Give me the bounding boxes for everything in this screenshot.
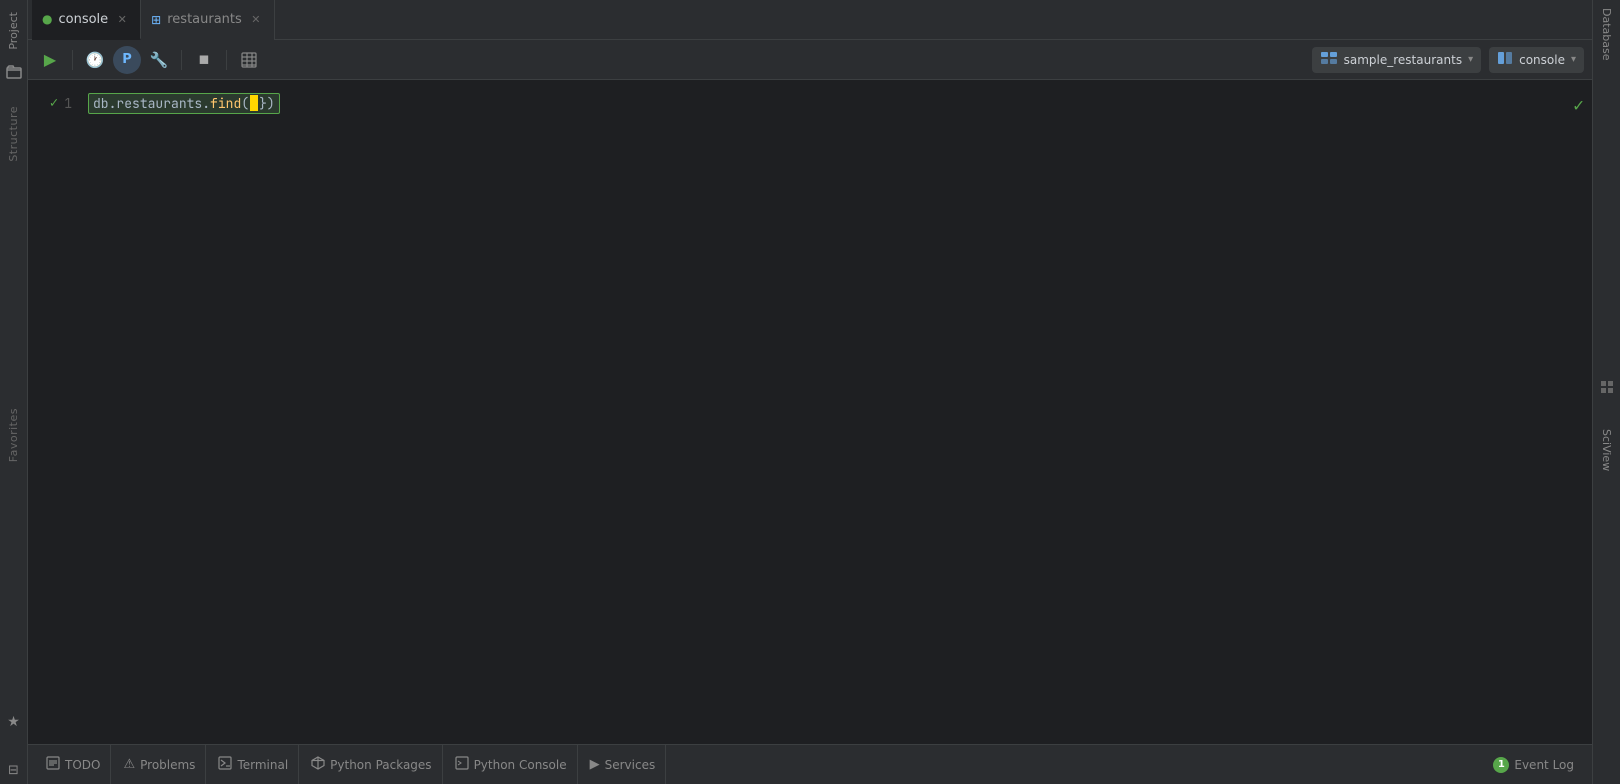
stop-button[interactable]: ◼ (190, 46, 218, 74)
status-python-console[interactable]: Python Console (445, 745, 578, 784)
right-sidebar-grid-icon[interactable] (1597, 377, 1617, 397)
table-button[interactable] (235, 46, 263, 74)
code-line-1: db.restaurants.find(}) (88, 92, 1584, 114)
console-selector-chevron: ▾ (1571, 54, 1576, 65)
code-editor[interactable]: db.restaurants.find(}) ✓ (80, 80, 1592, 744)
restaurants-tab-close[interactable]: ✕ (248, 12, 264, 28)
python-console-label: Python Console (474, 758, 567, 772)
sidebar-layers-icon[interactable]: ⊟ (4, 760, 24, 780)
status-bar: TODO ⚠ Problems Terminal (28, 744, 1592, 784)
tab-bar: ● console ✕ ⊞ restaurants ✕ (28, 0, 1592, 40)
sidebar-structure-label[interactable]: Structure (7, 106, 20, 162)
console-tab-icon: ● (42, 12, 52, 26)
token-collection: restaurants (116, 95, 202, 112)
editor-area[interactable]: ✓ 1 db.restaurants.find(}) ✓ (28, 80, 1592, 744)
db-selector-icon (1320, 51, 1338, 69)
settings-button[interactable]: 🔧 (145, 46, 173, 74)
profile-button[interactable]: P (113, 46, 141, 74)
left-sidebar: Project Structure Favorites ★ ⊟ (0, 0, 28, 784)
history-button[interactable]: 🕐 (81, 46, 109, 74)
console-selector[interactable]: console ▾ (1489, 47, 1584, 73)
status-python-packages[interactable]: Python Packages (301, 745, 442, 784)
status-event-log[interactable]: 1 Event Log (1483, 745, 1584, 784)
token-db: db (93, 95, 109, 112)
sidebar-star-icon[interactable]: ★ (4, 712, 24, 732)
todo-label: TODO (65, 758, 100, 772)
db-selector-label: sample_restaurants (1344, 53, 1462, 67)
event-log-label: Event Log (1514, 758, 1574, 772)
sidebar-database-label[interactable]: Database (1600, 0, 1613, 69)
token-paren-close: ) (267, 95, 275, 112)
services-icon: ▶ (590, 757, 600, 772)
restaurants-tab-icon: ⊞ (151, 13, 161, 27)
todo-icon (46, 756, 60, 774)
db-selector-chevron: ▾ (1468, 54, 1473, 65)
problems-label: Problems (140, 758, 195, 772)
toolbar-sep-1 (72, 50, 73, 70)
sidebar-project-label[interactable]: Project (7, 4, 20, 58)
event-log-badge-count: 1 (1493, 757, 1509, 773)
sidebar-favorites-label[interactable]: Favorites (7, 408, 20, 462)
terminal-label: Terminal (237, 758, 288, 772)
toolbar-sep-3 (226, 50, 227, 70)
right-sidebar: Database SciView (1592, 0, 1620, 784)
run-button[interactable]: ▶ (36, 46, 64, 74)
token-paren-open: ( (241, 95, 249, 112)
text-cursor (250, 95, 258, 111)
toolbar: ▶ 🕐 P 🔧 ◼ (28, 40, 1592, 80)
python-console-icon (455, 756, 469, 774)
console-tab-label: console (58, 12, 108, 27)
python-packages-label: Python Packages (330, 758, 431, 772)
problems-icon: ⚠ (123, 757, 135, 772)
token-dot-1: . (109, 95, 117, 112)
status-todo[interactable]: TODO (36, 745, 111, 784)
services-label: Services (605, 758, 656, 772)
console-selector-icon (1497, 51, 1513, 69)
status-problems[interactable]: ⚠ Problems (113, 745, 206, 784)
sidebar-sciview-label[interactable]: SciView (1600, 421, 1613, 479)
toolbar-sep-2 (181, 50, 182, 70)
console-selector-label: console (1519, 53, 1565, 67)
line-number-1: 1 (64, 95, 72, 112)
sidebar-folder-icon[interactable] (4, 62, 24, 82)
console-tab-close[interactable]: ✕ (114, 11, 130, 27)
token-method: find (210, 95, 241, 112)
status-services[interactable]: ▶ Services (580, 745, 667, 784)
main-content: ● console ✕ ⊞ restaurants ✕ ▶ 🕐 P 🔧 ◼ (28, 0, 1592, 784)
status-terminal[interactable]: Terminal (208, 745, 299, 784)
code-highlighted-block: db.restaurants.find(}) (88, 93, 280, 114)
tab-console[interactable]: ● console ✕ (32, 0, 141, 40)
python-packages-icon (311, 756, 325, 774)
token-brace: } (259, 95, 267, 112)
terminal-icon (218, 756, 232, 774)
restaurants-tab-label: restaurants (167, 12, 242, 27)
db-selector[interactable]: sample_restaurants ▾ (1312, 47, 1481, 73)
line-numbers: ✓ 1 (28, 80, 80, 744)
editor-right-check: ✓ (1573, 94, 1584, 117)
line-check-1: ✓ (50, 94, 58, 112)
token-dot-2: . (202, 95, 210, 112)
tab-restaurants[interactable]: ⊞ restaurants ✕ (141, 0, 275, 40)
